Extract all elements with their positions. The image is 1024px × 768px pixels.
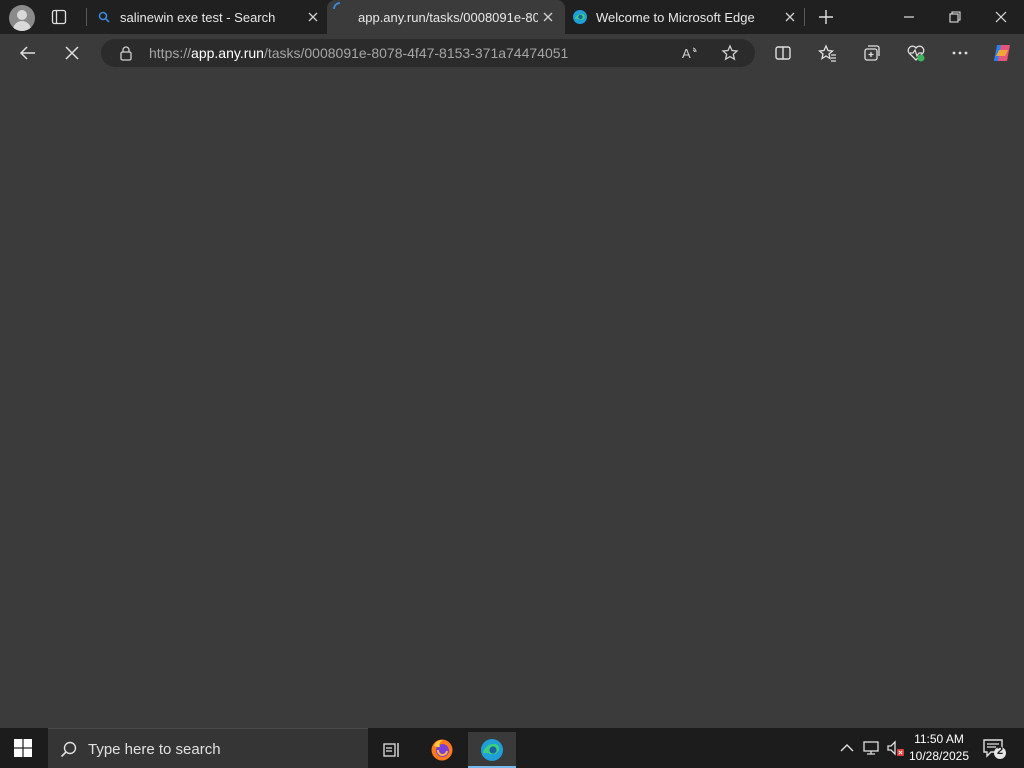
search-icon [60, 741, 77, 758]
show-hidden-icons-chevron-icon[interactable] [837, 738, 857, 758]
close-tab-icon[interactable] [305, 9, 321, 25]
tab-edge-welcome[interactable]: Welcome to Microsoft Edge [566, 0, 804, 34]
firefox-icon [431, 739, 453, 761]
close-window-icon[interactable] [991, 7, 1011, 27]
url-path: /tasks/0008091e-8078-4f47-8153-371a74474… [263, 45, 569, 61]
more-options-icon[interactable] [950, 43, 970, 63]
back-icon[interactable] [18, 43, 38, 63]
profile-avatar[interactable] [9, 5, 35, 31]
favorites-icon[interactable] [817, 43, 837, 63]
loading-icon [329, 1, 345, 17]
task-view-icon [383, 743, 399, 757]
split-screen-icon[interactable] [773, 43, 793, 63]
network-icon[interactable] [861, 738, 881, 758]
edge-icon [572, 9, 588, 25]
svg-text:A: A [682, 46, 691, 61]
url-host: app.any.run [191, 45, 264, 61]
clock-date: 10/28/2025 [908, 749, 970, 763]
favorite-star-icon[interactable] [721, 44, 739, 62]
tab-title: app.any.run/tasks/0008091e-8078 [358, 9, 538, 25]
close-tab-icon[interactable] [540, 9, 556, 25]
firefox-taskbar-button[interactable] [421, 732, 463, 768]
close-tab-icon[interactable] [782, 9, 798, 25]
edge-taskbar-button[interactable] [468, 732, 516, 768]
stop-loading-icon[interactable] [62, 43, 82, 63]
restore-icon[interactable] [945, 7, 965, 27]
tab-search[interactable]: salinewin exe test - Search [87, 0, 327, 34]
notification-icon [983, 739, 1006, 759]
tab-actions-icon[interactable] [51, 9, 67, 25]
taskbar-search-box[interactable]: Type here to search [48, 728, 368, 768]
tab-title: salinewin exe test - Search [120, 9, 276, 25]
notification-center-button[interactable]: 2 [982, 737, 1008, 761]
edge-icon [481, 739, 503, 761]
notification-badge: 2 [996, 745, 1004, 757]
tab-strip: salinewin exe test - Search app.any.run/… [0, 0, 1024, 34]
read-aloud-icon[interactable]: A [681, 44, 699, 62]
copilot-icon[interactable] [991, 42, 1013, 64]
taskbar: Type here to search 11:50 AM 10/28/2025 … [0, 728, 1024, 768]
search-placeholder: Type here to search [88, 741, 221, 758]
minimize-icon[interactable] [899, 7, 919, 27]
tab-anyrun[interactable]: app.any.run/tasks/0008091e-8078 [327, 0, 565, 34]
lock-icon[interactable] [118, 45, 134, 61]
search-icon [96, 9, 112, 25]
browser-essentials-icon[interactable] [906, 43, 926, 63]
windows-start-icon[interactable] [14, 739, 32, 757]
url-scheme: https:// [149, 45, 192, 61]
page-content [0, 72, 1024, 728]
clock-time: 11:50 AM [914, 732, 964, 746]
system-clock[interactable]: 11:50 AM 10/28/2025 [902, 731, 976, 765]
collections-icon[interactable] [862, 43, 882, 63]
task-view-button[interactable] [371, 732, 413, 768]
address-bar[interactable]: https://app.any.run/tasks/0008091e-8078-… [101, 39, 755, 67]
url-text[interactable]: https://app.any.run/tasks/0008091e-8078-… [149, 45, 568, 61]
new-tab-icon[interactable] [816, 7, 836, 27]
tab-title: Welcome to Microsoft Edge [596, 9, 755, 25]
